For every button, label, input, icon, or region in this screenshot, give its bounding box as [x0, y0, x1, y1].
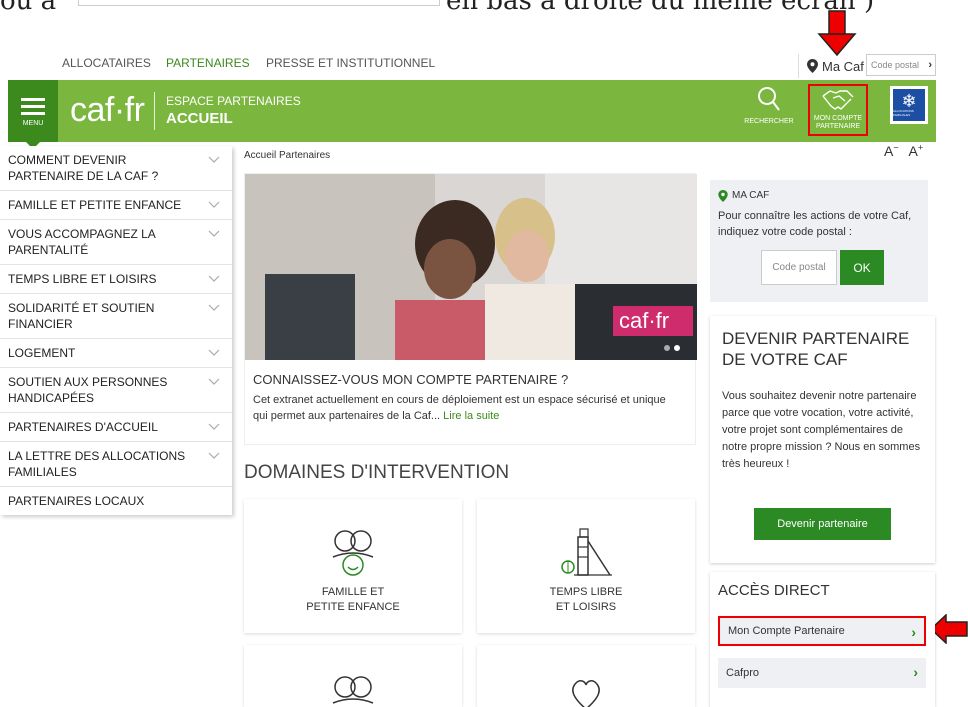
acces-title: ACCÈS DIRECT: [718, 582, 830, 599]
handshake-icon: [822, 90, 854, 110]
logo-divider: [154, 92, 155, 130]
compte-label: MON COMPTE PARTENAIRE: [813, 115, 863, 130]
hero-badge: caf·fr: [619, 308, 669, 333]
heart-hands-icon: [572, 680, 600, 707]
caf-logo[interactable]: caf·fr: [70, 90, 145, 130]
location-pin-icon: [718, 190, 728, 202]
font-size-controls: A− A+: [884, 142, 923, 159]
location-pin-icon: [807, 59, 818, 73]
domain-card-title: TEMPS LIBRE ET LOISIRS: [549, 586, 623, 613]
chevron-right-icon: ›: [928, 59, 932, 71]
search-label: RECHERCHER: [744, 118, 794, 125]
side-menu-item[interactable]: LA LETTRE DES ALLOCATIONS FAMILIALES: [0, 442, 232, 487]
search-button[interactable]: RECHERCHER: [740, 86, 798, 125]
side-menu-item[interactable]: VOUS ACCOMPAGNEZ LA PARENTALITÉ: [0, 220, 232, 265]
family-icon: [332, 676, 374, 704]
chevron-down-icon: [208, 304, 220, 311]
side-menu-item[interactable]: PARTENAIRES LOCAUX: [0, 487, 232, 515]
chevron-down-icon: [208, 349, 220, 356]
side-menu-item[interactable]: PARTENAIRES D'ACCUEIL: [0, 413, 232, 442]
mon-compte-partenaire-link[interactable]: Mon Compte Partenaire ›: [718, 616, 926, 646]
side-menu-item[interactable]: FAMILLE ET PETITE ENFANCE: [0, 191, 232, 220]
ma-caf-link[interactable]: Ma Caf: [798, 54, 864, 78]
site-header: MENU caf·fr ESPACE PARTENAIRES ACCUEIL R…: [8, 80, 936, 149]
chevron-down-icon: [208, 156, 220, 163]
chevron-down-icon: [208, 452, 220, 459]
nav-partenaires[interactable]: PARTENAIRES: [166, 56, 250, 70]
devenir-partenaire-box: DEVENIR PARTENAIRE DE VOTRE CAF Vous sou…: [710, 316, 935, 563]
domain-card-title: FAMILLE ET PETITE ENFANCE: [306, 586, 400, 613]
chevron-down-icon: [208, 275, 220, 282]
breadcrumb[interactable]: Accueil Partenaires: [244, 150, 330, 161]
code-postal-field[interactable]: Code postal: [761, 250, 837, 285]
section-title-domaines: DOMAINES D'INTERVENTION: [244, 462, 510, 483]
playground-icon: [561, 528, 612, 576]
cafpro-link[interactable]: Cafpro ›: [718, 658, 926, 688]
domain-card-loisirs[interactable]: TEMPS LIBRE ET LOISIRS: [477, 499, 695, 633]
domain-card-parentalite[interactable]: [244, 645, 462, 707]
chevron-down-icon: [208, 230, 220, 237]
font-decrease-button[interactable]: A−: [884, 142, 899, 159]
header-title: ACCUEIL: [166, 110, 233, 127]
side-menu-item[interactable]: SOLIDARITÉ ET SOUTIEN FINANCIER: [0, 294, 232, 339]
devenir-text: Vous souhaitez devenir notre partenaire …: [722, 390, 921, 470]
chevron-down-icon: [208, 378, 220, 385]
devenir-partenaire-button[interactable]: Devenir partenaire: [754, 508, 891, 540]
side-menu-item[interactable]: COMMENT DEVENIR PARTENAIRE DE LA CAF ?: [0, 146, 232, 191]
hero-title[interactable]: CONNAISSEZ-VOUS MON COMPTE PARTENAIRE ?: [253, 372, 568, 387]
devenir-title: DEVENIR PARTENAIRE DE VOTRE CAF: [722, 329, 910, 369]
chevron-right-icon: ›: [911, 624, 916, 640]
side-menu-item[interactable]: TEMPS LIBRE ET LOISIRS: [0, 265, 232, 294]
hero-article[interactable]: caf·fr CONNAISSEZ-VOUS MON COMPTE PARTEN…: [244, 173, 697, 445]
caption-right: en bas à droite du même écran ): [446, 0, 875, 16]
code-postal-input[interactable]: Code postal ›: [866, 54, 936, 76]
nav-allocataires[interactable]: ALLOCATAIRES: [62, 56, 151, 70]
ok-button[interactable]: OK: [840, 250, 884, 285]
chevron-down-icon: [208, 423, 220, 430]
menu-label: MENU: [22, 119, 44, 127]
read-more-link[interactable]: Lire la suite: [443, 410, 499, 422]
domain-card-famille[interactable]: FAMILLE ET PETITE ENFANCE: [244, 499, 462, 633]
annotation-arrow-down-icon: [817, 10, 857, 56]
acces-direct-box: ACCÈS DIRECT Mon Compte Partenaire › Cafp…: [710, 572, 935, 707]
ma-caf-label: Ma Caf: [822, 58, 864, 74]
allocations-familiales-logo[interactable]: ❄ ALLOCATIONS FAMILIALES: [890, 86, 928, 124]
hero-image: caf·fr: [245, 174, 697, 360]
snowflake-icon: ❄ ALLOCATIONS FAMILIALES: [893, 89, 925, 121]
caption-left: ou à: [0, 0, 57, 16]
side-menu-item[interactable]: LOGEMENT: [0, 339, 232, 368]
side-menu-item[interactable]: SOUTIEN AUX PERSONNES HANDICAPÉES: [0, 368, 232, 413]
side-menu: COMMENT DEVENIR PARTENAIRE DE LA CAF ? F…: [0, 146, 232, 515]
caption-box: [78, 0, 440, 6]
header-subtitle: ESPACE PARTENAIRES: [166, 94, 301, 108]
domain-card-solidarite[interactable]: [477, 645, 695, 707]
chevron-right-icon: ›: [913, 664, 918, 680]
font-increase-button[interactable]: A+: [909, 142, 924, 159]
ma-caf-heading: MA CAF: [732, 190, 770, 201]
hero-text: Cet extranet actuellement en cours de dé…: [253, 394, 666, 422]
mon-compte-partenaire-button[interactable]: MON COMPTE PARTENAIRE: [808, 84, 868, 136]
annotation-arrow-left-icon: [930, 614, 968, 644]
search-icon: [758, 87, 780, 111]
ma-caf-text: Pour connaître les actions de votre Caf,…: [718, 210, 912, 238]
menu-button[interactable]: MENU: [8, 80, 58, 149]
top-navigation: ALLOCATAIRES PARTENAIRES PRESSE ET INSTI…: [8, 54, 936, 80]
chevron-down-icon: [208, 201, 220, 208]
nav-presse[interactable]: PRESSE ET INSTITUTIONNEL: [266, 56, 435, 70]
ma-caf-box: MA CAF Pour connaître les actions de vot…: [710, 180, 928, 302]
family-icon: [332, 530, 374, 576]
